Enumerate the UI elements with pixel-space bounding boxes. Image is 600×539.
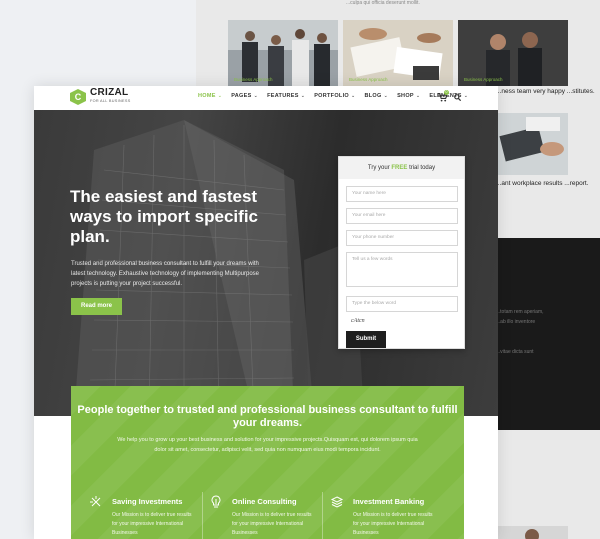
back-dark-text: ...totam rem aperiam,: [496, 309, 544, 315]
back-card-text: ...ant workplace results ...report.: [496, 180, 589, 187]
search-icon[interactable]: [454, 94, 461, 101]
menu-item-elements[interactable]: ELEMENTS ⌄: [429, 93, 468, 99]
card-caption: Business Approach: [349, 77, 388, 82]
lightbulb-icon: [211, 495, 221, 508]
phone-field[interactable]: Your phone number: [346, 230, 458, 246]
read-more-button[interactable]: Read more: [71, 298, 122, 315]
hero-description: Trusted and professional business consul…: [71, 261, 259, 287]
back-dark-section: [496, 238, 600, 438]
menu-item-pages[interactable]: PAGES ⌄: [231, 93, 258, 99]
captcha-input[interactable]: Type the below word: [346, 296, 458, 312]
captcha-word: cAtcn: [351, 318, 365, 324]
band-title: People together to trusted and professio…: [77, 404, 458, 429]
back-photo-card: Business Approach: [343, 20, 453, 86]
menu-item-portfolio[interactable]: PORTFOLIO ⌄: [314, 93, 355, 99]
feature-divider: [202, 492, 203, 539]
back-person-photo: [496, 526, 568, 539]
hero-section: The easiest and fastest ways to import s…: [34, 110, 498, 416]
card-caption: Business Approach: [234, 77, 273, 82]
free-highlight: FREE: [391, 165, 408, 171]
message-field[interactable]: Tell us a few words: [346, 252, 458, 287]
trial-form: Try your FREE trial today Your name here…: [338, 156, 465, 349]
feature-title: Online Consulting: [232, 497, 297, 506]
back-top-text: ...culpa qui officia deserunt mollit.: [346, 0, 420, 6]
compass-icon: [90, 496, 101, 507]
feature-text: Our Mission is to deliver true results f…: [232, 512, 312, 536]
stack-icon: [330, 496, 344, 508]
submit-button[interactable]: Submit: [346, 331, 386, 348]
cart-count-badge: 0: [444, 90, 449, 95]
top-navigation: C CRIZAL FOR ALL BUSINESS HOME ⌄ PAGES ⌄ F…: [34, 86, 498, 110]
front-page-mockup: C CRIZAL FOR ALL BUSINESS HOME ⌄ PAGES ⌄ F…: [34, 86, 498, 539]
menu-item-features[interactable]: FEATURES ⌄: [267, 93, 305, 99]
site-logo[interactable]: C CRIZAL FOR ALL BUSINESS: [70, 87, 131, 105]
main-menu: HOME ⌄ PAGES ⌄ FEATURES ⌄ PORTFOLIO ⌄ BLOG ⌄ …: [198, 93, 468, 99]
menu-item-blog[interactable]: BLOG ⌄: [365, 93, 389, 99]
back-photo-card: Business Approach: [458, 20, 568, 86]
logo-tagline: FOR ALL BUSINESS: [90, 99, 131, 103]
back-gray-strip: [496, 430, 600, 539]
name-field[interactable]: Your name here: [346, 186, 458, 202]
menu-item-home[interactable]: HOME ⌄: [198, 93, 222, 99]
logo-name: CRIZAL: [90, 87, 129, 98]
feature-title: Saving Investments: [112, 497, 183, 506]
form-heading: Try your FREE trial today: [339, 157, 464, 179]
features-band: People together to trusted and professio…: [71, 386, 464, 539]
feature-divider: [322, 492, 323, 539]
laptop-work-photo: [496, 113, 568, 175]
back-card-text: ...ness team very happy ...stitutes.: [496, 88, 595, 95]
back-photo-card: [496, 113, 568, 175]
menu-item-shop[interactable]: SHOP ⌄: [397, 93, 420, 99]
feature-text: Our Mission is to deliver true results f…: [353, 512, 433, 536]
feature-text: Our Mission is to deliver true results f…: [112, 512, 192, 536]
logo-icon: C: [70, 89, 86, 105]
feature-title: Investment Banking: [353, 497, 425, 506]
hero-title: The easiest and fastest ways to import s…: [70, 187, 258, 246]
back-photo-card: Business Approach: [228, 20, 338, 86]
email-field[interactable]: Your email here: [346, 208, 458, 224]
back-dark-text: ...ab illo inventore: [496, 319, 536, 325]
band-description: We help you to grow up your best busines…: [117, 437, 418, 453]
back-dark-text: ...vitae dicta sunt: [496, 349, 534, 355]
card-caption: Business Approach: [464, 77, 503, 82]
